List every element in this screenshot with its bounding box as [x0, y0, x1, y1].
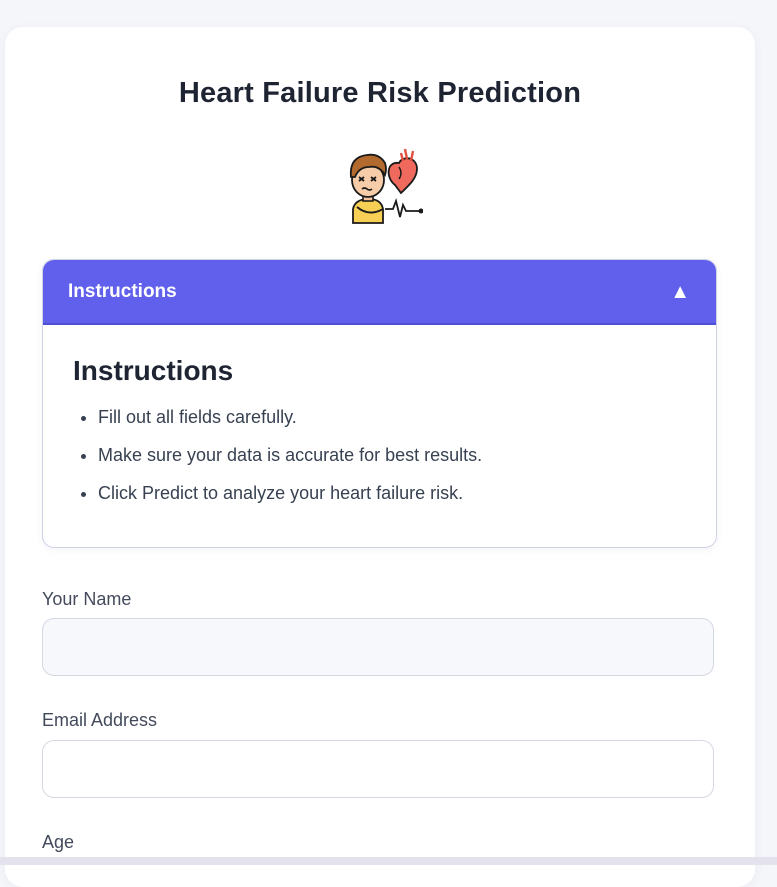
- email-label: Email Address: [42, 710, 158, 730]
- name-input[interactable]: [42, 618, 714, 676]
- instructions-list: Fill out all fields carefully. Make sure…: [73, 405, 686, 506]
- bottom-scroll-edge: [0, 857, 777, 865]
- name-label: Your Name: [42, 589, 132, 609]
- age-label: Age: [42, 832, 75, 852]
- instructions-heading: Instructions: [73, 355, 234, 386]
- page-title: Heart Failure Risk Prediction: [178, 77, 582, 109]
- sick-person-heart-icon: [349, 148, 423, 224]
- instructions-header-label: Instructions: [68, 280, 177, 302]
- email-input[interactable]: [42, 740, 714, 798]
- main-card: Heart Failure Risk Prediction Instructio…: [5, 27, 755, 887]
- instruction-item: Fill out all fields carefully.: [98, 405, 686, 430]
- instructions-toggle-header[interactable]: Instructions ▲: [43, 260, 716, 325]
- collapse-arrow-icon[interactable]: ▲: [670, 282, 690, 302]
- instructions-content: Instructions Fill out all fields careful…: [43, 325, 716, 506]
- instruction-item: Click Predict to analyze your heart fail…: [98, 481, 686, 506]
- instruction-item: Make sure your data is accurate for best…: [98, 443, 686, 468]
- instructions-accordion: Instructions ▲ Instructions Fill out all…: [42, 259, 717, 548]
